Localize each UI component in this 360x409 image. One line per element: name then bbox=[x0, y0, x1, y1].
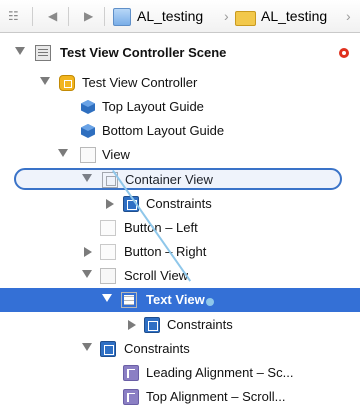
button-right-row[interactable]: Button – Right bbox=[0, 240, 360, 264]
top-alignment-row[interactable]: Top Alignment – Scroll... bbox=[0, 385, 360, 409]
button-icon bbox=[100, 244, 116, 260]
button-left-row[interactable]: Button – Left bbox=[0, 216, 360, 240]
scene-title: Test View Controller Scene bbox=[60, 45, 227, 60]
scroll-view-icon bbox=[100, 268, 116, 284]
divider bbox=[68, 7, 69, 26]
disclosure-triangle-icon[interactable] bbox=[102, 294, 112, 302]
disclosure-triangle-icon[interactable] bbox=[84, 247, 92, 257]
top-layout-guide-label: Top Layout Guide bbox=[102, 99, 204, 114]
view-constraints-label: Constraints bbox=[124, 341, 190, 356]
folder-icon bbox=[235, 11, 256, 26]
text-view-row[interactable]: Text View bbox=[0, 288, 360, 312]
bottom-layout-guide-row[interactable]: Bottom Layout Guide bbox=[0, 119, 360, 143]
scene-icon bbox=[35, 45, 51, 61]
disclosure-triangle-icon[interactable] bbox=[106, 199, 114, 209]
top-layout-guide-row[interactable]: Top Layout Guide bbox=[0, 95, 360, 119]
breadcrumb-folder[interactable]: AL_testing bbox=[261, 0, 327, 33]
document-outline: Test View Controller Scene Test View Con… bbox=[0, 33, 360, 405]
text-constraints-label: Constraints bbox=[167, 317, 233, 332]
layout-guide-icon bbox=[81, 124, 95, 138]
disclosure-triangle-icon[interactable] bbox=[15, 47, 25, 55]
breadcrumb-project[interactable]: AL_testing bbox=[137, 0, 203, 33]
text-constraints-row[interactable]: Constraints bbox=[0, 313, 360, 337]
leading-alignment-label: Leading Alignment – Sc... bbox=[146, 365, 294, 380]
view-row[interactable]: View bbox=[0, 143, 360, 167]
divider bbox=[32, 7, 33, 26]
scene-row[interactable]: Test View Controller Scene bbox=[0, 41, 360, 65]
text-view-label: Text View bbox=[146, 292, 205, 307]
forward-icon[interactable]: ▶ bbox=[84, 0, 93, 33]
divider bbox=[104, 7, 105, 26]
top-constraint-icon bbox=[123, 389, 139, 405]
view-constraints-row[interactable]: Constraints bbox=[0, 337, 360, 361]
leading-constraint-icon bbox=[123, 365, 139, 381]
view-controller-row[interactable]: Test View Controller bbox=[0, 71, 360, 95]
layout-guide-icon bbox=[81, 100, 95, 114]
exit-icon[interactable] bbox=[339, 48, 349, 58]
constraints-icon bbox=[100, 341, 116, 357]
view-label: View bbox=[102, 147, 130, 162]
top-alignment-label: Top Alignment – Scroll... bbox=[146, 389, 286, 404]
view-icon bbox=[80, 147, 96, 163]
text-view-icon bbox=[121, 292, 137, 308]
disclosure-triangle-icon[interactable] bbox=[82, 343, 92, 351]
view-controller-icon bbox=[59, 75, 75, 91]
disclosure-triangle-icon[interactable] bbox=[40, 77, 50, 85]
view-controller-label: Test View Controller bbox=[82, 75, 198, 90]
breadcrumb-chevron-icon: › bbox=[346, 8, 351, 24]
button-icon bbox=[100, 220, 116, 236]
leading-alignment-row[interactable]: Leading Alignment – Sc... bbox=[0, 361, 360, 385]
disclosure-triangle-icon[interactable] bbox=[128, 320, 136, 330]
container-constraints-label: Constraints bbox=[146, 196, 212, 211]
scroll-view-label: Scroll View bbox=[124, 268, 189, 283]
bottom-layout-guide-label: Bottom Layout Guide bbox=[102, 123, 225, 138]
jump-bar: ☷ ◀ ▶ AL_testing › AL_testing › bbox=[0, 0, 360, 33]
constraints-icon bbox=[144, 317, 160, 333]
disclosure-triangle-icon[interactable] bbox=[82, 270, 92, 278]
back-icon[interactable]: ◀ bbox=[48, 0, 57, 33]
container-view-drop-highlight bbox=[14, 168, 342, 190]
container-constraints-row[interactable]: Constraints bbox=[0, 192, 360, 216]
breadcrumb-chevron-icon: › bbox=[224, 8, 229, 24]
xcode-project-icon bbox=[113, 8, 131, 26]
drag-connection-endpoint bbox=[206, 298, 214, 306]
disclosure-triangle-icon[interactable] bbox=[58, 149, 68, 157]
grid-icon[interactable]: ☷ bbox=[8, 0, 19, 33]
